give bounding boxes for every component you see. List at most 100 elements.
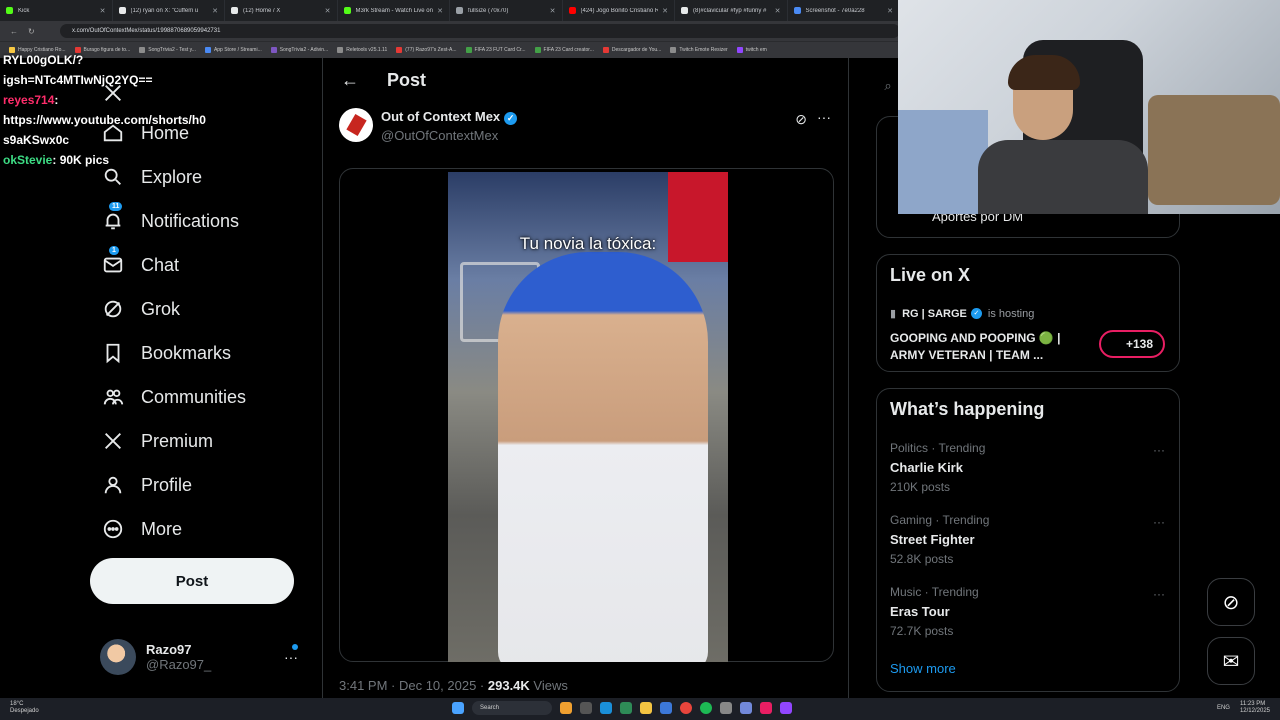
more-dots-icon[interactable]: ··· (284, 649, 298, 665)
app-icon[interactable] (720, 702, 732, 714)
nav-item-chat[interactable]: 1 Chat (100, 246, 179, 283)
app-icon[interactable] (560, 702, 572, 714)
reload-icon[interactable]: ↻ (28, 27, 35, 36)
live-stream-title[interactable]: GOOPING AND POOPING 🟢 | ARMY VETERAN | T… (890, 330, 1090, 364)
video-player[interactable]: Tu novia la tóxica: (448, 172, 728, 662)
close-icon[interactable]: ✕ (662, 7, 668, 15)
author-avatar[interactable] (339, 108, 373, 142)
clock[interactable]: 11:23 PM 12/12/2025 (1240, 701, 1270, 715)
file-explorer-icon[interactable] (640, 702, 652, 714)
author-name-row[interactable]: Out of Context Mex ✓ (381, 109, 518, 125)
nav-item-profile[interactable]: Profile (100, 467, 192, 503)
tab-favicon-icon (456, 7, 463, 14)
post-button[interactable]: Post (90, 558, 294, 604)
person-icon (100, 472, 126, 498)
chat-text: : 90K pics (52, 153, 110, 167)
browser-tab[interactable]: Screenshot - 7e0a228 ✕ (788, 0, 900, 21)
more-dots-icon[interactable]: ··· (1153, 587, 1165, 601)
language-indicator[interactable]: ENG (1217, 705, 1230, 712)
clock-time: 11:23 PM (1239, 701, 1266, 707)
nav-item-notifications[interactable]: 11 Notifications (100, 202, 239, 239)
tab-favicon-icon (568, 7, 576, 14)
close-icon[interactable]: ✕ (100, 7, 106, 15)
chat-line: igsh=NTc4MTIwNjQ2YQ== (3, 70, 243, 90)
browser-tab[interactable]: (12) Home / X ✕ (225, 0, 338, 21)
back-arrow-icon[interactable]: ← (10, 27, 18, 36)
browser-tab[interactable]: (8)#clavicular #fyp #funny # ✕ (675, 0, 788, 21)
grok-fab-button[interactable]: ⊘ (1207, 578, 1255, 626)
close-icon[interactable]: ✕ (887, 7, 893, 15)
url-field[interactable]: x.com/OutOfContextMex/status/19988706890… (60, 24, 900, 38)
bookmark-item[interactable]: FIFA 23 Card creator... (534, 47, 594, 53)
trend-item[interactable]: Politics · Trending Charlie Kirk 210K post… (890, 441, 985, 494)
live-listeners-pill[interactable]: +138 (1099, 330, 1165, 358)
bookmark-item[interactable]: (77) Razo97's Zest-A... (396, 47, 457, 53)
app-icon[interactable] (760, 702, 772, 714)
live-listeners-count: +138 (1125, 337, 1153, 351)
close-icon[interactable]: ✕ (550, 7, 556, 15)
url-text: x.com/OutOfContextMex/status/19988706890… (72, 28, 221, 34)
trend-item[interactable]: Gaming · Trending Street Fighter 52.8K pos… (890, 513, 989, 566)
discord-icon[interactable] (740, 702, 752, 714)
post-meta: 3:41 PM · Dec 10, 2025 · 293.4K Views (339, 678, 568, 693)
grok-icon: ⊘ (1222, 591, 1240, 614)
bookmark-favicon-icon (337, 47, 344, 53)
trend-category: Gaming · Trending (890, 513, 990, 527)
more-dots-icon[interactable]: ··· (1153, 443, 1165, 457)
close-icon[interactable]: ✕ (325, 7, 331, 15)
author-handle[interactable]: @OutOfContextMex (381, 128, 498, 143)
nav-item-label: Grok (141, 298, 181, 319)
more-dots-icon[interactable]: ··· (817, 109, 831, 125)
mail-icon: ✉ (1222, 650, 1240, 673)
browser-tab[interactable]: (424) Jogo Bonito Cristiano R ✕ (563, 0, 675, 21)
post-media[interactable]: Tu novia la tóxica: (339, 168, 834, 662)
browser-tab[interactable]: Kick ✕ (0, 0, 113, 21)
grok-icon[interactable]: ⊘ (795, 111, 807, 128)
trend-name: Charlie Kirk (890, 460, 963, 475)
close-icon[interactable]: ✕ (775, 7, 781, 15)
nav-item-grok[interactable]: Grok (100, 291, 180, 327)
edge-icon[interactable] (600, 702, 612, 714)
chat-text: : (54, 93, 59, 107)
webcam-overlay (898, 0, 1280, 214)
live-host-row[interactable]: ▮ RG | SARGE ✓ is hosting (890, 307, 1034, 321)
account-switcher[interactable]: Razo97 @Razo97_ ··· (100, 636, 310, 678)
close-icon[interactable]: ✕ (437, 7, 443, 15)
post-time[interactable]: 3:41 PM · Dec 10, 2025 · (339, 678, 484, 693)
back-arrow-icon[interactable]: ← (341, 70, 359, 91)
bookmark-item[interactable]: FIFA 23 FUT Card Cr... (465, 47, 526, 53)
bookmark-item[interactable]: Reletools v25.1.11 (337, 47, 387, 53)
app-icon[interactable] (780, 702, 792, 714)
bookmark-item[interactable]: Twitch Emote Resizer (670, 47, 728, 53)
stream-chat-overlay: RYL00gOLK/? igsh=NTc4MTIwNjQ2YQ== reyes714… (3, 50, 243, 170)
close-icon[interactable]: ✕ (212, 7, 218, 15)
bookmark-icon (100, 340, 126, 366)
weather-desc: Despejado (10, 708, 39, 714)
bookmark-item[interactable]: SongTrivia2 - Adivin... (270, 47, 328, 53)
taskbar-search[interactable]: Search (472, 701, 552, 715)
browser-tab[interactable]: (12) ryan on X: "Cuffem u ✕ (113, 0, 225, 21)
nav-item-premium[interactable]: Premium (100, 423, 213, 459)
windows-start-icon[interactable] (452, 702, 464, 714)
nav-item-more[interactable]: More (100, 511, 182, 547)
browser-tab[interactable]: fullsize (70x70) ✕ (450, 0, 563, 21)
nav-item-bookmarks[interactable]: Bookmarks (100, 335, 231, 371)
nav-item-label: Communities (141, 386, 247, 407)
task-view-icon[interactable] (580, 702, 592, 714)
tab-favicon-icon (118, 7, 126, 14)
trend-item[interactable]: Music · Trending Eras Tour 72.7K posts (890, 585, 979, 638)
store-icon[interactable] (660, 702, 672, 714)
nav-item-communities[interactable]: Communities (100, 379, 246, 415)
bookmark-item[interactable]: Descargador de You... (602, 47, 661, 53)
app-icon[interactable] (620, 702, 632, 714)
show-more-link[interactable]: Show more (890, 661, 956, 676)
weather-widget[interactable]: 18°C Despejado (10, 701, 39, 715)
more-dots-icon[interactable]: ··· (1153, 515, 1165, 529)
bookmark-item[interactable]: twitch em (736, 47, 767, 53)
verified-badge-icon: ✓ (970, 308, 982, 319)
browser-tab[interactable]: M3rk Stream - Watch Live on ✕ (338, 0, 450, 21)
bookmark-favicon-icon (270, 47, 277, 53)
chrome-icon[interactable] (680, 702, 692, 714)
spotify-icon[interactable] (700, 702, 712, 714)
messages-fab-button[interactable]: ✉ (1207, 637, 1255, 685)
